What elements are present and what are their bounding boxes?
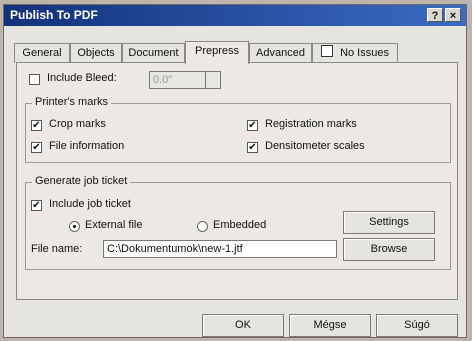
generate-job-ticket-title: Generate job ticket [32,175,131,187]
embedded-label: Embedded [213,219,267,231]
printers-marks-title: Printer's marks [32,96,111,108]
registration-marks-checkbox[interactable]: ✔ [247,120,258,131]
document-issues-icon [321,45,333,57]
tab-no-issues[interactable]: No Issues [312,43,398,63]
include-bleed-checkbox[interactable] [29,74,40,85]
tab-objects[interactable]: Objects [70,43,122,63]
file-information-label: File information [49,140,125,152]
file-name-label: File name: [31,243,83,255]
settings-button[interactable]: Settings [343,211,435,234]
tab-prepress[interactable]: Prepress [185,41,249,64]
publish-to-pdf-dialog: Publish To PDF ? × General Objects Docum… [3,4,467,338]
densitometer-scales-checkbox[interactable]: ✔ [247,142,258,153]
help-button[interactable]: ? [427,8,443,22]
external-file-label: External file [85,219,143,231]
tab-general[interactable]: General [14,43,70,63]
dialog-title: Publish To PDF [10,8,98,22]
include-job-ticket-checkbox[interactable]: ✔ [31,200,42,211]
bleed-spinner[interactable] [205,71,221,89]
include-job-ticket-label: Include job ticket [49,198,131,210]
external-file-radio[interactable] [69,221,80,232]
densitometer-scales-label: Densitometer scales [265,140,365,152]
tab-no-issues-label: No Issues [340,47,389,59]
embedded-radio[interactable] [197,221,208,232]
close-button[interactable]: × [445,8,461,22]
crop-marks-label: Crop marks [49,118,106,130]
tab-advanced[interactable]: Advanced [249,43,312,63]
crop-marks-checkbox[interactable]: ✔ [31,120,42,131]
tab-document[interactable]: Document [122,43,185,63]
printers-marks-group: Printer's marks [25,96,451,163]
file-name-input[interactable]: C:\Dokumentumok\new-1.jtf [103,240,337,258]
bleed-input[interactable]: 0.0" [149,71,207,89]
ok-button[interactable]: OK [202,314,284,337]
cancel-button[interactable]: Mégse [289,314,371,337]
title-bar: Publish To PDF ? × [4,5,466,26]
include-bleed-label: Include Bleed: [47,72,117,84]
registration-marks-label: Registration marks [265,118,357,130]
help-footer-button[interactable]: Súgó [376,314,458,337]
browse-button[interactable]: Browse [343,238,435,261]
prepress-panel: Include Bleed: 0.0" Printer's marks ✔ Cr… [16,62,458,300]
file-information-checkbox[interactable]: ✔ [31,142,42,153]
